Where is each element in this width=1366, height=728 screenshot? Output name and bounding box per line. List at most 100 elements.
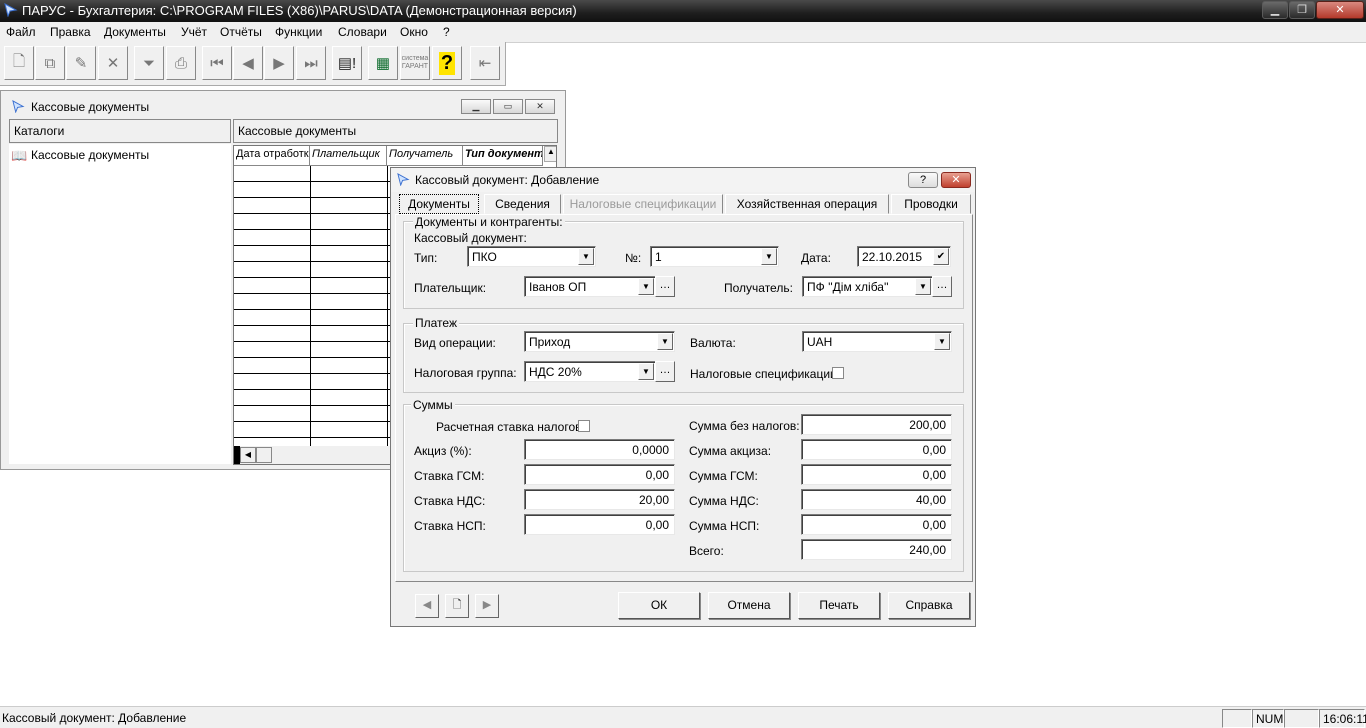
menu-bar: Файл Правка Документы Учёт Отчёты Функци… xyxy=(0,22,1366,42)
date-picker[interactable]: 22.10.2015 ✔ xyxy=(857,246,951,267)
close-button[interactable]: ✕ xyxy=(1316,1,1364,19)
sum-gsm-label: Сумма ГСМ: xyxy=(689,469,758,483)
dialog-icon xyxy=(397,173,410,186)
tab-business-operation[interactable]: Хозяйственная операция xyxy=(725,194,889,214)
column-header[interactable]: Плательщик xyxy=(310,146,387,166)
menu-help[interactable]: ? xyxy=(443,25,450,39)
minimize-button[interactable]: ▁ xyxy=(461,99,491,114)
scroll-left-button[interactable]: ◀ xyxy=(240,447,256,463)
column-header[interactable]: Тип документа xyxy=(463,146,543,166)
sum-vat-field[interactable]: 40,00 xyxy=(801,489,952,510)
print-button[interactable]: Печать xyxy=(798,592,880,619)
last-icon[interactable]: ⏭ xyxy=(296,46,326,80)
new-doc-icon[interactable]: 🗋 xyxy=(4,46,34,80)
currency-label: Валюта: xyxy=(690,336,736,350)
chevron-down-icon[interactable]: ▼ xyxy=(915,278,931,295)
calendar-check-icon[interactable]: ✔ xyxy=(933,248,949,265)
gsm-rate-field[interactable]: 0,00 xyxy=(524,464,675,485)
catalogs-header: Каталоги xyxy=(9,119,231,143)
chevron-down-icon[interactable]: ▼ xyxy=(761,248,777,265)
next-record-icon[interactable]: ▶ xyxy=(475,594,499,618)
total-field[interactable]: 240,00 xyxy=(801,539,952,560)
first-icon[interactable]: ⏮ xyxy=(202,46,232,80)
sum-no-tax-field[interactable]: 200,00 xyxy=(801,414,952,435)
chevron-down-icon[interactable]: ▼ xyxy=(657,333,673,350)
parus-app-icon xyxy=(4,3,18,17)
copy-doc-icon[interactable]: ⧉ xyxy=(35,46,65,80)
payer-browse-button[interactable]: … xyxy=(655,276,675,297)
excise-field[interactable]: 0,0000 xyxy=(524,439,675,460)
delete-icon[interactable]: ✕ xyxy=(98,46,128,80)
minimize-button[interactable]: ▁ xyxy=(1262,1,1288,19)
nsp-rate-field[interactable]: 0,00 xyxy=(524,514,675,535)
menu-dictionaries[interactable]: Словари xyxy=(338,25,387,39)
recipient-browse-button[interactable]: … xyxy=(932,276,952,297)
tax-group-label: Налоговая группа: xyxy=(414,366,517,380)
menu-edit[interactable]: Правка xyxy=(50,25,91,39)
scroll-thumb[interactable] xyxy=(256,447,272,463)
new-record-icon[interactable]: 🗋 xyxy=(445,594,469,618)
tab-postings[interactable]: Проводки xyxy=(891,194,971,214)
group-title: Платеж xyxy=(413,316,459,330)
tax-specs-checkbox[interactable] xyxy=(832,367,844,379)
menu-window[interactable]: Окно xyxy=(400,25,428,39)
garant-icon[interactable]: система ГАРАНТ xyxy=(400,46,430,80)
garant-label: система ГАРАНТ xyxy=(401,55,429,70)
menu-accounting[interactable]: Учёт xyxy=(181,25,207,39)
tax-group-combo[interactable]: НДС 20% ▼ xyxy=(524,361,656,382)
payer-combo[interactable]: Іванов ОП ▼ xyxy=(524,276,656,297)
number-label: №: xyxy=(625,251,642,265)
prev-icon[interactable]: ◀ xyxy=(233,46,263,80)
calc-rate-checkbox[interactable] xyxy=(578,420,590,432)
restore-button[interactable]: ▭ xyxy=(493,99,523,114)
type-select[interactable]: ПКО ▼ xyxy=(467,246,596,267)
column-header[interactable]: Получатель xyxy=(387,146,463,166)
list-alert-icon[interactable]: ▤! xyxy=(332,46,362,80)
help-icon[interactable]: ? xyxy=(432,46,462,80)
group-title: Документы и контрагенты: xyxy=(413,215,565,229)
ok-button[interactable]: ОК xyxy=(618,592,700,619)
sum-gsm-field[interactable]: 0,00 xyxy=(801,464,952,485)
app-title: ПАРУС - Бухгалтерия: C:\PROGRAM FILES (X… xyxy=(22,3,577,18)
number-combo[interactable]: 1 ▼ xyxy=(650,246,779,267)
status-text: Кассовый документ: Добавление xyxy=(2,711,187,725)
tax-group-browse-button[interactable]: … xyxy=(655,361,675,382)
operation-type-select[interactable]: Приход ▼ xyxy=(524,331,675,352)
vat-rate-field[interactable]: 20,00 xyxy=(524,489,675,510)
app-title-bar: ПАРУС - Бухгалтерия: C:\PROGRAM FILES (X… xyxy=(0,0,1366,22)
catalog-item[interactable]: Кассовые документы xyxy=(31,148,149,162)
menu-functions[interactable]: Функции xyxy=(275,25,322,39)
sum-nsp-label: Сумма НСП: xyxy=(689,519,760,533)
cancel-button[interactable]: Отмена xyxy=(708,592,790,619)
chevron-down-icon[interactable]: ▼ xyxy=(934,333,950,350)
tab-tax-specs[interactable]: Налоговые спецификации xyxy=(563,194,723,214)
tab-details[interactable]: Сведения xyxy=(484,194,561,214)
calculator-icon[interactable]: ▦ xyxy=(368,46,398,80)
edit-doc-icon[interactable]: ✎ xyxy=(66,46,96,80)
menu-file[interactable]: Файл xyxy=(6,25,36,39)
close-button[interactable]: ✕ xyxy=(525,99,555,114)
maximize-button[interactable]: ❐ xyxy=(1289,1,1315,19)
recipient-combo[interactable]: ПФ ''Дім хліба'' ▼ xyxy=(802,276,933,297)
exit-icon[interactable]: ⇤ xyxy=(470,46,500,80)
menu-reports[interactable]: Отчёты xyxy=(220,25,262,39)
cash-doc-subtitle: Кассовый документ: xyxy=(414,231,527,245)
sum-nsp-field[interactable]: 0,00 xyxy=(801,514,952,535)
payer-label: Плательщик: xyxy=(414,281,487,295)
help-button[interactable]: Справка xyxy=(888,592,970,619)
prev-record-icon[interactable]: ◀ xyxy=(415,594,439,618)
chevron-down-icon[interactable]: ▼ xyxy=(638,363,654,380)
tab-documents[interactable]: Документы xyxy=(399,194,479,214)
column-header[interactable]: Дата отработки xyxy=(234,146,310,166)
print-icon[interactable]: ⎙ xyxy=(166,46,196,80)
help-title-button[interactable]: ? xyxy=(908,172,938,188)
currency-select[interactable]: UAH ▼ xyxy=(802,331,952,352)
sum-excise-field[interactable]: 0,00 xyxy=(801,439,952,460)
chevron-down-icon[interactable]: ▼ xyxy=(638,278,654,295)
chevron-down-icon[interactable]: ▼ xyxy=(578,248,594,265)
menu-documents[interactable]: Документы xyxy=(104,25,166,39)
close-title-button[interactable]: ✕ xyxy=(941,172,971,188)
next-icon[interactable]: ▶ xyxy=(264,46,294,80)
scroll-up-button[interactable]: ▲ xyxy=(544,146,556,162)
filter-icon[interactable]: ⏷ xyxy=(134,46,164,80)
